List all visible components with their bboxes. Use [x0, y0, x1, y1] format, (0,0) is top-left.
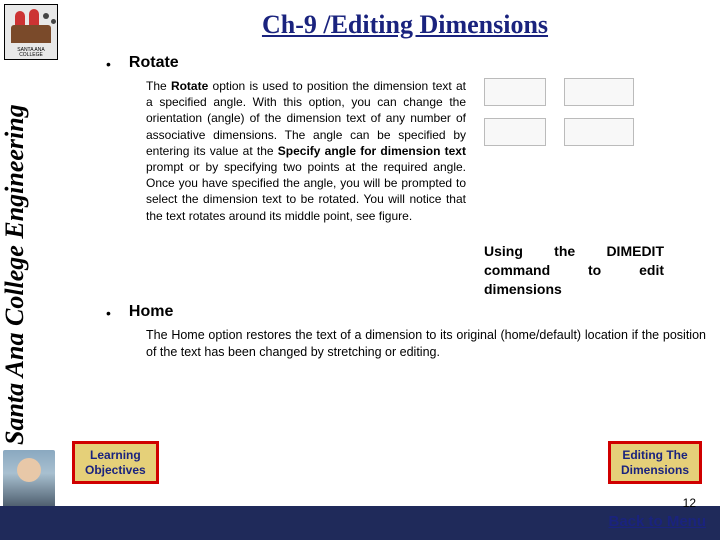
editing-dimensions-button[interactable]: Editing The Dimensions	[608, 441, 702, 484]
nav-row: Learning Objectives Editing The Dimensio…	[72, 441, 708, 484]
learning-objectives-button[interactable]: Learning Objectives	[72, 441, 159, 484]
page-number: 12	[683, 496, 696, 510]
back-to-menu-link[interactable]: Back to Menu	[608, 513, 706, 530]
rotate-body-bold2: Specify angle for dimension text	[278, 144, 466, 158]
bullet-icon: •	[106, 56, 111, 72]
rotate-heading: Rotate	[129, 54, 179, 72]
figure-column: Using the DIMEDIT command to edit dimens…	[484, 78, 694, 299]
figure-caption: Using the DIMEDIT command to edit dimens…	[484, 242, 664, 299]
rotate-body-bold1: Rotate	[171, 79, 208, 93]
rotate-content-row: The Rotate option is used to position th…	[146, 78, 702, 299]
rotate-body-mid2: prompt or by specifying two points at th…	[146, 160, 466, 223]
rotate-heading-row: • Rotate	[106, 54, 702, 72]
instructor-photo	[3, 450, 55, 508]
rotate-body-pre: The	[146, 79, 171, 93]
caption-pre: Using the	[484, 243, 606, 259]
nav-left-line2: Objectives	[85, 463, 146, 477]
dimedit-figure	[484, 78, 644, 158]
nav-right-line1: Editing The	[622, 448, 687, 462]
nav-left-line1: Learning	[90, 448, 141, 462]
bullet-icon: •	[106, 305, 111, 321]
caption-bold: DIMEDIT	[606, 243, 664, 259]
page-title: Ch-9 /Editing Dimensions	[108, 10, 702, 40]
college-logo: SANTA ANA COLLEGE	[4, 4, 58, 60]
college-logo-text: SANTA ANA COLLEGE	[7, 48, 55, 58]
vertical-title: Santa Ana College Engineering	[0, 65, 30, 445]
rotate-body: The Rotate option is used to position th…	[146, 78, 466, 299]
home-body: The Home option restores the text of a d…	[146, 327, 706, 361]
home-heading-row: • Home	[106, 303, 702, 321]
slide-content: Ch-9 /Editing Dimensions • Rotate The Ro…	[68, 0, 714, 360]
sidebar: SANTA ANA COLLEGE Santa Ana College Engi…	[0, 0, 60, 540]
nav-right-line2: Dimensions	[621, 463, 689, 477]
home-heading: Home	[129, 303, 173, 321]
caption-post: command to edit dimensions	[484, 262, 664, 297]
